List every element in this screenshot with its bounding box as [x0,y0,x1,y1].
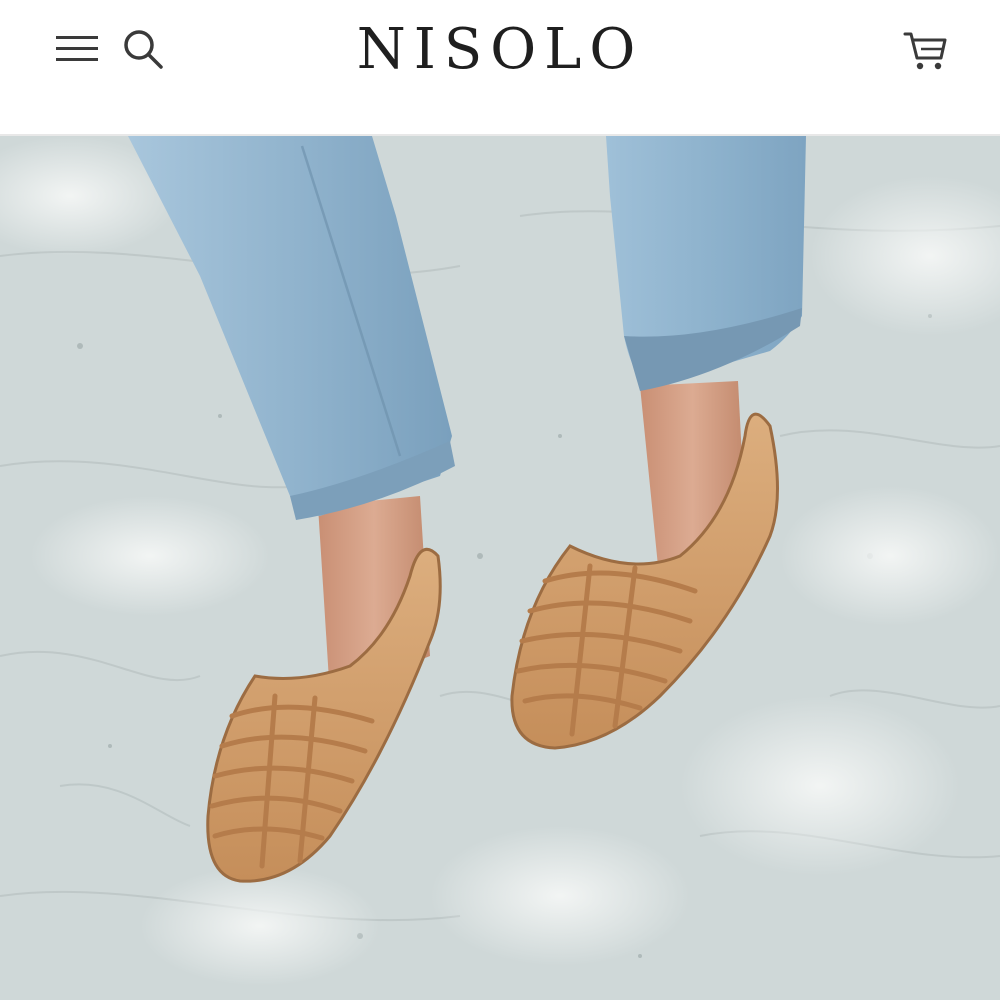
hamburger-menu-icon [56,36,98,61]
shopping-cart-icon [903,32,947,70]
sunlight-patch [430,826,690,966]
site-header: NISOLO [0,0,1000,134]
sunlight-patch [680,696,960,876]
product-photo [0,136,1000,1000]
sunlight-patch [780,486,1000,626]
hero-image[interactable] [0,136,1000,1000]
cart-button[interactable] [898,24,954,76]
sunlight-patch [140,866,380,986]
brand-logo[interactable]: NISOLO [300,14,700,84]
search-button[interactable] [118,24,168,74]
sunlight-patch [30,496,270,616]
search-icon [124,30,163,69]
menu-button[interactable] [50,24,102,72]
